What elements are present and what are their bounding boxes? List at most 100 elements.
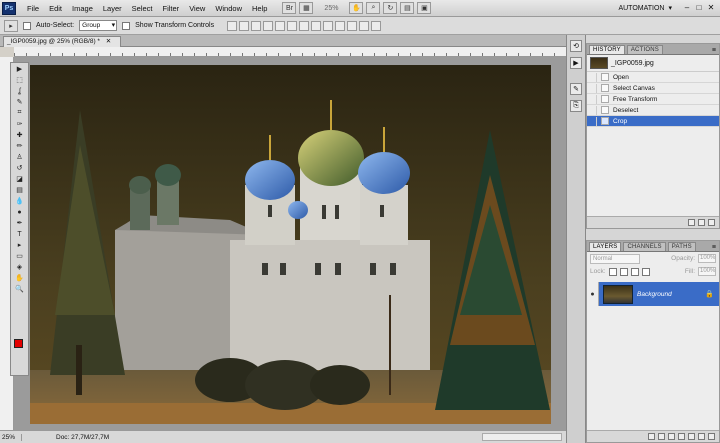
marquee-tool-icon[interactable]: ⬚ [12,75,27,85]
history-step[interactable]: Select Canvas [587,83,719,94]
type-tool-icon[interactable]: T [12,229,27,239]
healing-tool-icon[interactable]: ✚ [12,130,27,140]
brush-tool-icon[interactable]: ✏ [12,141,27,151]
align-top-icon[interactable] [227,20,238,31]
3d-tool-icon[interactable]: ◈ [12,262,27,272]
history-brush-tool-icon[interactable]: ↺ [12,163,27,173]
auto-select-dropdown[interactable]: Group [79,20,118,31]
distribute-hcenter-icon[interactable] [347,20,358,31]
path-selection-tool-icon[interactable]: ▸ [12,240,27,250]
lock-transparent-icon[interactable] [608,267,617,276]
align-vcenter-icon[interactable] [239,20,250,31]
layer-style-icon[interactable] [658,433,665,440]
panel-menu-icon[interactable]: ≡ [712,244,719,251]
tab-actions[interactable]: ACTIONS [626,45,663,54]
zoom-tool-icon[interactable]: 🔍 [12,284,27,294]
horizontal-ruler[interactable] [14,47,566,57]
distribute-left-icon[interactable] [335,20,346,31]
align-bottom-icon[interactable] [251,20,262,31]
maximize-button[interactable]: □ [694,3,704,13]
history-step-active[interactable]: Crop [587,116,719,127]
menu-file[interactable]: File [22,0,44,17]
lock-pixels-icon[interactable] [619,267,628,276]
pen-tool-icon[interactable]: ✒ [12,218,27,228]
menu-edit[interactable]: Edit [44,0,67,17]
align-left-icon[interactable] [263,20,274,31]
fill-input[interactable]: 100% [698,267,716,276]
layer-mask-icon[interactable] [668,433,675,440]
close-button[interactable]: ✕ [706,3,716,13]
auto-align-icon[interactable] [371,20,382,31]
eye-icon[interactable]: ● [587,282,599,306]
align-hcenter-icon[interactable] [275,20,286,31]
history-panel-icon[interactable]: ⟲ [570,40,582,52]
history-step[interactable]: Open [587,72,719,83]
lock-all-icon[interactable] [641,267,650,276]
menu-select[interactable]: Select [127,0,158,17]
trash-icon[interactable] [708,433,715,440]
auto-select-checkbox[interactable] [23,21,31,30]
view-extras-icon[interactable]: ▦ [299,2,314,14]
shape-tool-icon[interactable]: ▭ [12,251,27,261]
distribute-right-icon[interactable] [359,20,370,31]
clone-stamp-tool-icon[interactable]: ♙ [12,152,27,162]
distribute-bottom-icon[interactable] [323,20,334,31]
minimize-button[interactable]: – [682,3,692,13]
history-snapshot[interactable]: _IGP0059.jpg [587,55,719,72]
link-layers-icon[interactable] [648,433,655,440]
horizontal-scrollbar[interactable] [482,433,562,441]
align-right-icon[interactable] [287,20,298,31]
menu-layer[interactable]: Layer [98,0,127,17]
menu-help[interactable]: Help [247,0,272,17]
tab-paths[interactable]: PATHS [667,242,696,251]
rotate-view-icon[interactable]: ↻ [383,2,398,14]
new-group-icon[interactable] [688,433,695,440]
eyedropper-tool-icon[interactable]: ✑ [12,119,27,129]
adjustment-layer-icon[interactable] [678,433,685,440]
hand-icon[interactable]: ✋ [349,2,364,14]
tab-history[interactable]: HISTORY [589,45,625,54]
gradient-tool-icon[interactable]: ▤ [12,185,27,195]
panel-menu-icon[interactable]: ≡ [712,47,719,54]
new-document-icon[interactable] [688,219,695,226]
eraser-tool-icon[interactable]: ◪ [12,174,27,184]
tab-layers[interactable]: LAYERS [589,242,622,251]
blur-tool-icon[interactable]: 💧 [12,196,27,206]
layer-row-background[interactable]: ● Background 🔒 [587,282,719,306]
tab-channels[interactable]: CHANNELS [623,242,666,251]
new-layer-icon[interactable] [698,433,705,440]
crop-tool-icon[interactable]: ⌗ [12,108,27,118]
actions-panel-icon[interactable]: ▶ [570,57,582,69]
status-zoom[interactable]: 25% [0,433,22,441]
blend-mode-select[interactable]: Normal [590,253,640,264]
launch-bridge-icon[interactable]: Br [282,2,297,14]
menu-window[interactable]: Window [210,0,247,17]
history-step[interactable]: Free Transform [587,94,719,105]
quick-selection-tool-icon[interactable]: ✎ [12,97,27,107]
workspace-switcher[interactable]: AUTOMATION ▾ – □ ✕ [618,3,720,13]
zoom-level-select[interactable]: 25% [316,5,346,12]
menu-image[interactable]: Image [67,0,98,17]
distribute-top-icon[interactable] [299,20,310,31]
move-tool-icon[interactable]: ▶ [12,64,27,74]
canvas-area[interactable] [14,57,566,430]
clone-source-icon[interactable]: ⎘ [570,100,582,112]
arrange-documents-icon[interactable]: ▤ [400,2,415,14]
hand-tool-icon[interactable]: ✋ [12,273,27,283]
close-tab-icon[interactable]: ✕ [106,38,111,45]
history-step[interactable]: Deselect [587,105,719,116]
foreground-color-swatch[interactable] [14,339,23,348]
menu-filter[interactable]: Filter [158,0,185,17]
zoom-icon[interactable]: ⌕ [366,2,381,14]
lock-position-icon[interactable] [630,267,639,276]
move-tool-preset-icon[interactable]: ▸ [4,19,18,32]
brush-panel-icon[interactable]: ✎ [570,83,582,95]
document-image[interactable] [30,65,551,424]
opacity-input[interactable]: 100% [698,254,716,263]
lasso-tool-icon[interactable]: ʆ [12,86,27,96]
dodge-tool-icon[interactable]: ● [12,207,27,217]
menu-view[interactable]: View [184,0,210,17]
document-tab[interactable]: _IGP0059.jpg @ 25% (RGB/8) * ✕ [3,36,121,47]
new-snapshot-icon[interactable] [698,219,705,226]
show-transform-checkbox[interactable] [122,21,131,30]
